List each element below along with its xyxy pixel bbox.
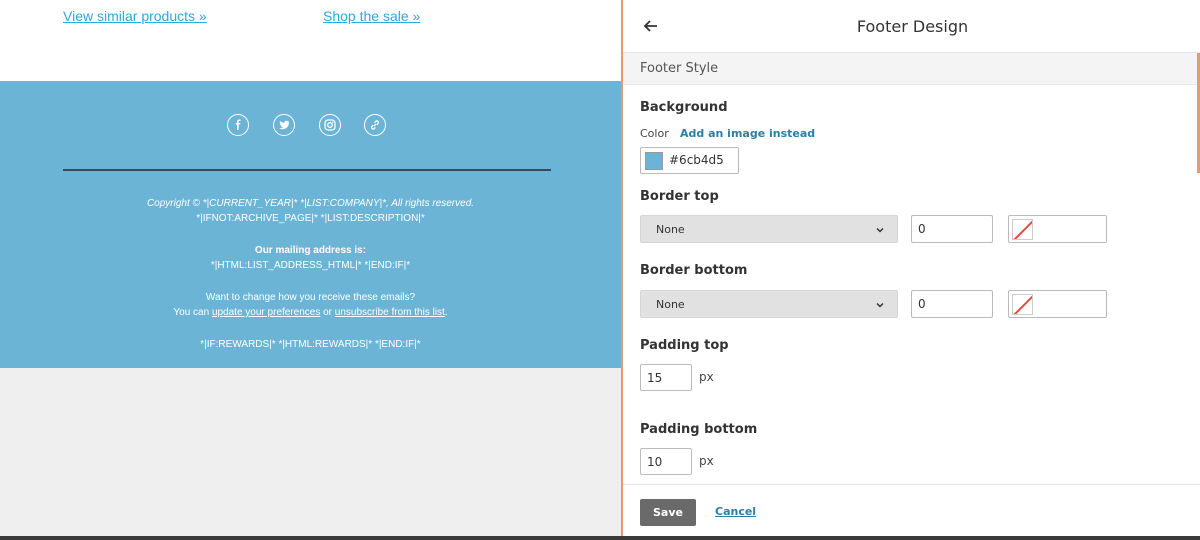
footer-block[interactable]: Copyright © *|CURRENT_YEAR|* *|LIST:COMP… (0, 81, 621, 368)
border-bottom-style-value: None (656, 298, 685, 311)
preview-content-area: View similar products » Shop the sale » (0, 0, 621, 81)
update-preferences-link[interactable]: update your preferences (212, 307, 320, 318)
footer-design-panel: Footer Design Footer Style Background Co… (621, 0, 1200, 536)
chevron-down-icon (876, 302, 884, 308)
panel-header: Footer Design (623, 0, 1200, 53)
border-top-color-input[interactable] (1008, 215, 1107, 243)
preferences-line: You can update your preferences or unsub… (0, 305, 621, 320)
preferences-block: Want to change how you receive these ema… (0, 290, 621, 320)
section-label: Footer Style (640, 61, 719, 76)
color-value: #6cb4d5 (669, 153, 724, 167)
border-bottom-style-select[interactable]: None (640, 290, 898, 318)
panel-edge-accent (621, 347, 623, 536)
bottom-bar (0, 536, 1200, 540)
you-can-text: You can (173, 307, 212, 318)
padding-top-value: 15 (647, 371, 663, 385)
color-swatch[interactable] (645, 152, 663, 170)
background-label: Background (640, 100, 728, 115)
border-bottom-label: Border bottom (640, 263, 748, 278)
instagram-icon[interactable] (319, 114, 341, 136)
mailing-address-heading: Our mailing address is: (254, 245, 367, 256)
panel-title: Footer Design (856, 16, 969, 36)
border-top-width-value: 0 (918, 222, 926, 236)
color-label: Color (640, 127, 669, 140)
email-preview: View similar products » Shop the sale » … (0, 0, 621, 540)
border-bottom-color-input[interactable] (1008, 290, 1107, 318)
section-footer-style[interactable]: Footer Style (623, 53, 1200, 85)
padding-bottom-label: Padding bottom (640, 422, 758, 437)
save-button[interactable]: Save (640, 499, 696, 526)
or-text: or (320, 307, 335, 318)
copyright-text: Copyright © *|CURRENT_YEAR|* *|LIST:COMP… (0, 196, 621, 226)
view-similar-link[interactable]: View similar products » (63, 8, 207, 24)
unsubscribe-link[interactable]: unsubscribe from this list (335, 307, 445, 318)
padding-top-input[interactable]: 15 (640, 364, 692, 391)
back-arrow-icon[interactable] (641, 16, 661, 36)
change-prompt: Want to change how you receive these ema… (205, 292, 416, 303)
mailing-address-value: *|HTML:LIST_ADDRESS_HTML|* *|END:IF|* (210, 260, 411, 271)
background-color-input[interactable]: #6cb4d5 (640, 147, 739, 174)
no-color-swatch-icon[interactable] (1012, 219, 1033, 240)
border-top-label: Border top (640, 189, 719, 204)
border-bottom-width-input[interactable]: 0 (911, 290, 993, 318)
padding-bottom-input[interactable]: 10 (640, 448, 692, 475)
copyright-line: Copyright © *|CURRENT_YEAR|* *|LIST:COMP… (146, 198, 475, 209)
border-top-style-select[interactable]: None (640, 215, 898, 243)
archive-description-line: *|IFNOT:ARCHIVE_PAGE|* *|LIST:DESCRIPTIO… (196, 213, 425, 224)
padding-bottom-unit: px (699, 454, 714, 468)
border-top-width-input[interactable]: 0 (911, 215, 993, 243)
footer-divider (63, 169, 551, 171)
no-color-swatch-icon[interactable] (1012, 294, 1033, 315)
mailing-address-block: Our mailing address is: *|HTML:LIST_ADDR… (0, 243, 621, 273)
panel-footer: Save Cancel (623, 484, 1200, 536)
border-bottom-width-value: 0 (918, 297, 926, 311)
twitter-icon[interactable] (273, 114, 295, 136)
chevron-down-icon (876, 227, 884, 233)
padding-top-label: Padding top (640, 338, 729, 353)
cancel-link[interactable]: Cancel (715, 505, 756, 518)
rewards-line: *|IF:REWARDS|* *|HTML:REWARDS|* *|END:IF… (200, 339, 421, 350)
link-icon[interactable] (364, 114, 386, 136)
padding-bottom-value: 10 (647, 455, 663, 469)
facebook-icon[interactable] (227, 114, 249, 136)
border-top-style-value: None (656, 223, 685, 236)
social-icons (0, 114, 621, 136)
period-text: . (444, 307, 448, 318)
padding-top-unit: px (699, 370, 714, 384)
shop-sale-link[interactable]: Shop the sale » (323, 8, 420, 24)
add-image-link[interactable]: Add an image instead (680, 127, 815, 140)
